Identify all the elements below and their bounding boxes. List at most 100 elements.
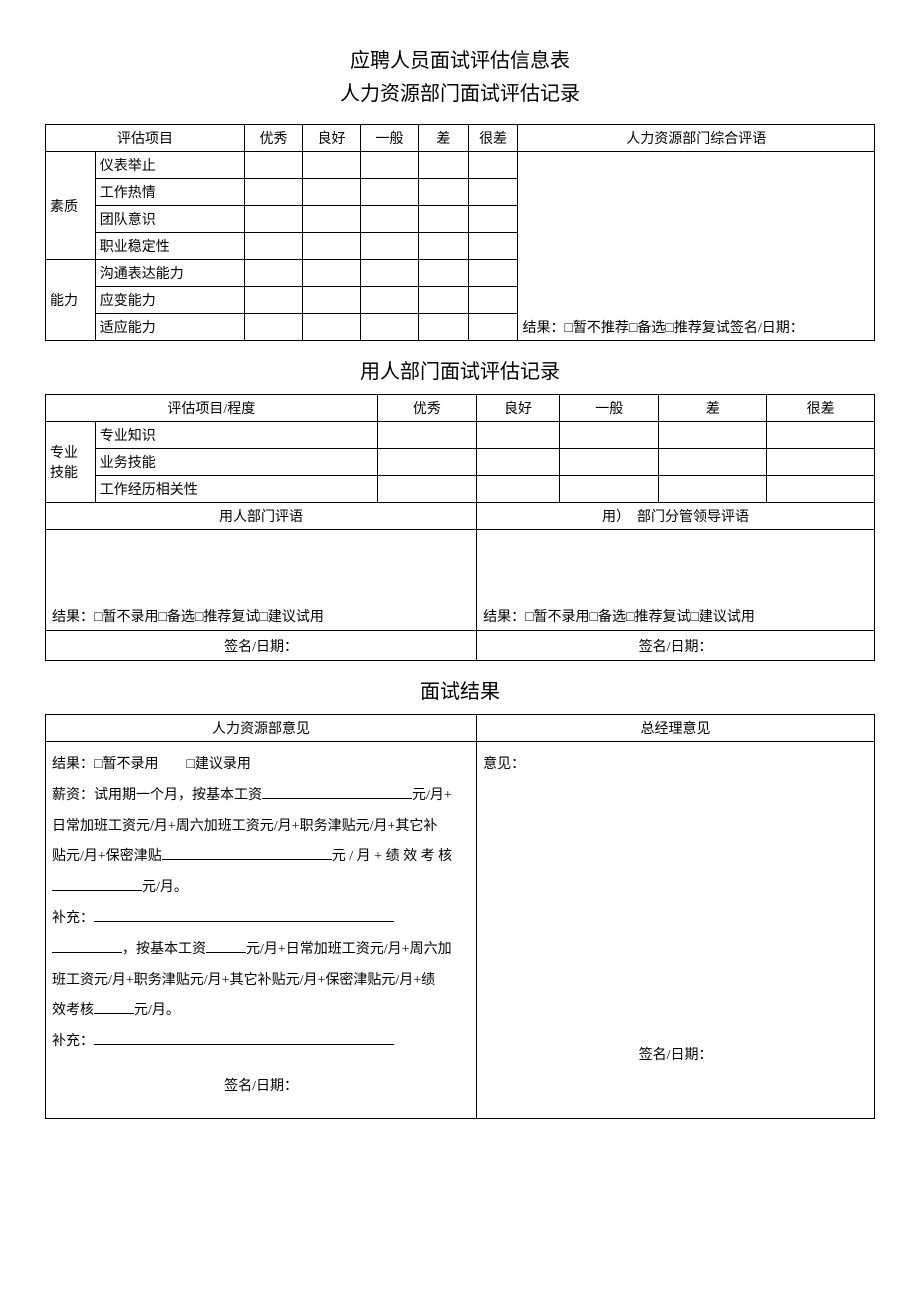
cell [360, 233, 418, 260]
row-label: 业务技能 [95, 449, 377, 476]
main-title: 应聘人员面试评估信息表 [45, 44, 875, 73]
col-excellent: 优秀 [377, 395, 476, 422]
blank [94, 908, 394, 922]
cell [559, 476, 658, 503]
cell [477, 449, 560, 476]
col-poor: 差 [659, 395, 767, 422]
cell [659, 422, 767, 449]
hr-eval-table: 评估项目 优秀 良好 一般 差 很差 人力资源部门综合评语 素质 仪表举止 结果… [45, 124, 875, 341]
cell [302, 287, 360, 314]
col-eval-item: 评估项目 [46, 125, 245, 152]
row-label: 适应能力 [95, 314, 244, 341]
cell [244, 233, 302, 260]
cell [244, 179, 302, 206]
cell [360, 260, 418, 287]
cell [302, 233, 360, 260]
blank [262, 785, 412, 799]
cell [302, 314, 360, 341]
hr-line7: ，按基本工资 元/月+日常加班工资元/月+周六加 [52, 935, 470, 966]
leader-main: 部门分管领导评语 [637, 510, 749, 525]
cell [767, 476, 875, 503]
blank [94, 1031, 394, 1045]
text: 贴元/月+保密津贴 [52, 849, 162, 864]
cell [419, 179, 469, 206]
col-eval-item: 评估项目/程度 [46, 395, 378, 422]
cell [419, 206, 469, 233]
cell [419, 314, 469, 341]
result-text-right: 结果：□暂不录用□备选□推荐复试□建议试用 [483, 610, 755, 625]
cell [477, 476, 560, 503]
cell [419, 260, 469, 287]
table-row: 人力资源部意见 总经理意见 [46, 715, 875, 742]
row-label: 职业稳定性 [95, 233, 244, 260]
cell [360, 314, 418, 341]
hr-line3: 日常加班工资元/月+周六加班工资元/月+职务津贴元/月+其它补 [52, 812, 470, 843]
rowgroup-skill: 专业技能 [46, 422, 96, 503]
sub-title: 人力资源部门面试评估记录 [45, 77, 875, 106]
table-row: 评估项目/程度 优秀 良好 一般 差 很差 [46, 395, 875, 422]
result-table: 人力资源部意见 总经理意见 结果：□暂不录用 □建议录用 薪资：试用期一个月，按… [45, 714, 875, 1119]
dept-result-left: 结果：□暂不录用□备选□推荐复试□建议试用 [46, 530, 477, 631]
col-hr-comments: 人力资源部门综合评语 [518, 125, 875, 152]
text: 元 / 月 + 绩 效 考 核 [332, 849, 452, 864]
text: 结果：□暂不录用 [52, 757, 158, 772]
table-row: 结果：□暂不录用□备选□推荐复试□建议试用 结果：□暂不录用□备选□推荐复试□建… [46, 530, 875, 631]
blank [52, 877, 142, 891]
cell [659, 476, 767, 503]
hr-opinion-header: 人力资源部意见 [46, 715, 477, 742]
blank [94, 1000, 134, 1014]
cell [468, 233, 518, 260]
gm-sig: 签名/日期： [483, 1041, 868, 1072]
col-average: 一般 [559, 395, 658, 422]
cell [377, 476, 476, 503]
table-row: 评估项目 优秀 良好 一般 差 很差 人力资源部门综合评语 [46, 125, 875, 152]
col-good: 良好 [302, 125, 360, 152]
blank [206, 939, 246, 953]
cell [377, 449, 476, 476]
cell [468, 179, 518, 206]
cell [419, 152, 469, 179]
leader-pre: 用） [602, 510, 630, 525]
sig-left: 签名/日期： [46, 631, 477, 661]
row-label: 工作经历相关性 [95, 476, 377, 503]
blank [52, 939, 122, 953]
hr-line1: 结果：□暂不录用 □建议录用 [52, 750, 470, 781]
table-row: 用人部门评语 用） 部门分管领导评语 [46, 503, 875, 530]
text: 效考核 [52, 1003, 94, 1018]
cell [468, 152, 518, 179]
sig-right: 签名/日期： [477, 631, 875, 661]
hr-opinion-body: 结果：□暂不录用 □建议录用 薪资：试用期一个月，按基本工资元/月+ 日常加班工… [46, 742, 477, 1119]
gm-opinion-header: 总经理意见 [477, 715, 875, 742]
table-row: 素质 仪表举止 结果：□暂不推荐□备选□推荐复试签名/日期： [46, 152, 875, 179]
col-vpoor: 很差 [767, 395, 875, 422]
row-label: 应变能力 [95, 287, 244, 314]
table-row: 工作经历相关性 [46, 476, 875, 503]
text: 补充： [52, 1034, 94, 1049]
row-label: 团队意识 [95, 206, 244, 233]
cell [360, 179, 418, 206]
cell [377, 422, 476, 449]
cell [468, 314, 518, 341]
hr-comments-cell: 结果：□暂不推荐□备选□推荐复试签名/日期： [518, 152, 875, 341]
dept-result-right: 结果：□暂不录用□备选□推荐复试□建议试用 [477, 530, 875, 631]
hr-line8: 班工资元/月+职务津贴元/月+其它补贴元/月+保密津贴元/月+绩 [52, 966, 470, 997]
hr-line5: 元/月。 [52, 873, 470, 904]
text: 元/月。 [142, 880, 188, 895]
hr-sig: 签名/日期： [52, 1072, 470, 1103]
row-label: 专业知识 [95, 422, 377, 449]
cell [468, 206, 518, 233]
text: ，按基本工资 [122, 942, 206, 957]
cell [559, 449, 658, 476]
hr-line2: 薪资：试用期一个月，按基本工资元/月+ [52, 781, 470, 812]
cell [477, 422, 560, 449]
section2-title: 用人部门面试评估记录 [45, 355, 875, 384]
cell [360, 152, 418, 179]
cell [419, 287, 469, 314]
cell [302, 152, 360, 179]
text: 元/月+日常加班工资元/月+周六加 [246, 942, 452, 957]
text: 元/月+ [412, 788, 452, 803]
cell [302, 179, 360, 206]
row-label: 仪表举止 [95, 152, 244, 179]
cell [468, 260, 518, 287]
col-average: 一般 [360, 125, 418, 152]
